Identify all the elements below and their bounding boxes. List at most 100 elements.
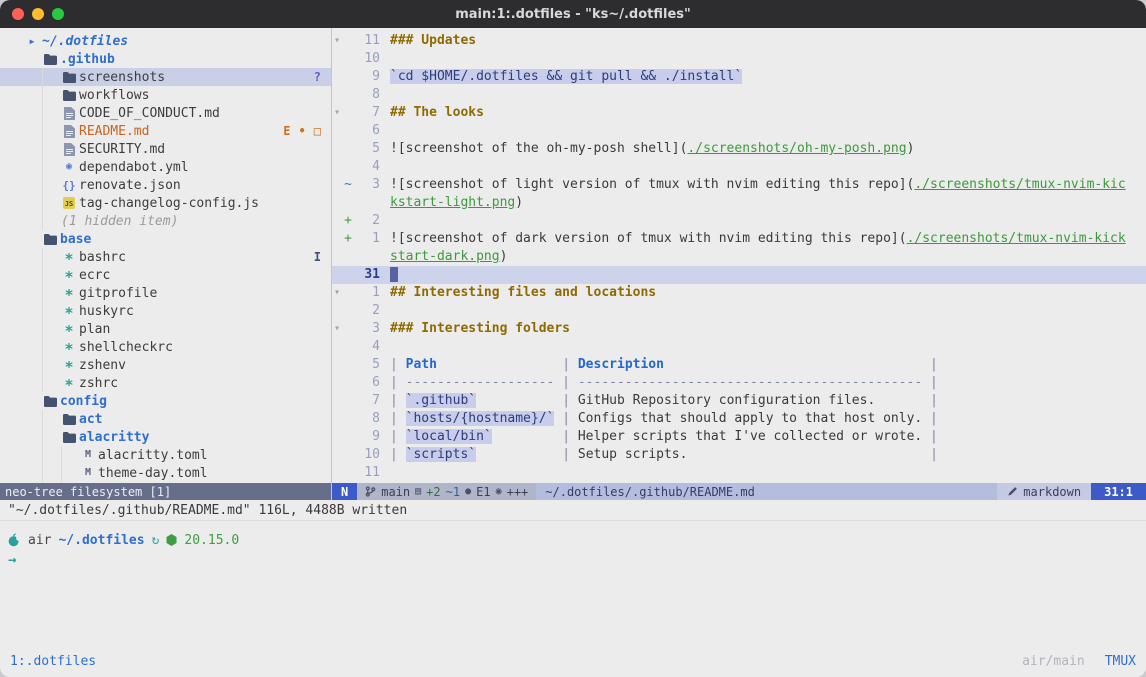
- indent-guide: [42, 122, 61, 140]
- indent-guide: [42, 428, 61, 446]
- line-text: [380, 212, 1146, 230]
- zoom-button[interactable]: [52, 8, 64, 20]
- tree-item-renovate-json[interactable]: {}renovate.json: [0, 176, 331, 194]
- editor-line[interactable]: 10| `scripts` | Setup scripts. |: [332, 446, 1146, 464]
- tree-item-github[interactable]: .github: [0, 50, 331, 68]
- line-text: | `local/bin` | Helper scripts that I've…: [380, 428, 1146, 446]
- editor-line[interactable]: 9| `local/bin` | Helper scripts that I'v…: [332, 428, 1146, 446]
- line-text: `cd $HOME/.dotfiles && git pull && ./ins…: [380, 68, 1146, 86]
- indent-guide: [24, 338, 42, 356]
- editor-line[interactable]: 6| ------------------- | ---------------…: [332, 374, 1146, 392]
- tree-item-label: zshenv: [79, 358, 126, 373]
- tree-item-workflows[interactable]: workflows: [0, 86, 331, 104]
- editor-line[interactable]: 4: [332, 338, 1146, 356]
- editor-line[interactable]: 2: [332, 302, 1146, 320]
- editor-line[interactable]: kstart-light.png): [332, 194, 1146, 212]
- tree-item-dependabot-yml[interactable]: ◉dependabot.yml: [0, 158, 331, 176]
- tree-item-huskyrc[interactable]: *huskyrc: [0, 302, 331, 320]
- close-button[interactable]: [12, 8, 24, 20]
- editor-line[interactable]: 9`cd $HOME/.dotfiles && git pull && ./in…: [332, 68, 1146, 86]
- tree-item-gitprofile[interactable]: *gitprofile: [0, 284, 331, 302]
- editor-line[interactable]: 10: [332, 50, 1146, 68]
- git-sign: [342, 86, 354, 104]
- indent-guide: [24, 230, 42, 248]
- editor-line[interactable]: 5| Path | Description |: [332, 356, 1146, 374]
- editor-line[interactable]: 11: [332, 464, 1146, 482]
- editor-line[interactable]: 8: [332, 86, 1146, 104]
- tree-item-security-md[interactable]: SECURITY.md: [0, 140, 331, 158]
- tree-item-readme-md[interactable]: README.mdE•□: [0, 122, 331, 140]
- indent-guide: [24, 68, 42, 86]
- editor-line[interactable]: ▾7## The looks: [332, 104, 1146, 122]
- editor-line[interactable]: ▾1## Interesting files and locations: [332, 284, 1146, 302]
- editor-line[interactable]: 4: [332, 158, 1146, 176]
- editor-line[interactable]: +1![screenshot of dark version of tmux w…: [332, 230, 1146, 248]
- text-segment: Configs that should apply to that host o…: [578, 411, 922, 426]
- line-number: 10: [354, 50, 380, 68]
- fold-indicator: [332, 50, 342, 68]
- indent-guide: [42, 86, 61, 104]
- editor-line[interactable]: ▾11### Updates: [332, 32, 1146, 50]
- star-icon: *: [61, 322, 77, 337]
- fold-indicator: ▾: [332, 320, 342, 338]
- shell-pane[interactable]: air ~/.dotfiles ↻ 20.15.0 →: [0, 520, 1146, 645]
- editor-lines: ▾11### Updates109`cd $HOME/.dotfiles && …: [332, 28, 1146, 483]
- tree-item-label: workflows: [79, 88, 149, 103]
- tree-item-zshrc[interactable]: *zshrc: [0, 374, 331, 392]
- tree-item-label: gitprofile: [79, 286, 157, 301]
- git-sign: [342, 320, 354, 338]
- line-number: 3: [354, 176, 380, 194]
- text-segment: |: [554, 357, 577, 372]
- text-segment: Path: [406, 357, 437, 372]
- tree-item-label: act: [79, 412, 102, 427]
- star-icon: *: [61, 304, 77, 319]
- indent-guide: [42, 68, 61, 86]
- minimize-button[interactable]: [32, 8, 44, 20]
- editor-line[interactable]: start-dark.png): [332, 248, 1146, 266]
- editor-line[interactable]: 7| `.github` | GitHub Repository configu…: [332, 392, 1146, 410]
- tree-item-tag-changelog-config-js[interactable]: JStag-changelog-config.js: [0, 194, 331, 212]
- text-segment: ## Interesting files and locations: [390, 285, 656, 300]
- editor-line[interactable]: 5![screenshot of the oh-my-posh shell](.…: [332, 140, 1146, 158]
- tree-item-alacritty-toml[interactable]: Malacritty.toml: [0, 446, 331, 464]
- editor-line[interactable]: +2: [332, 212, 1146, 230]
- star-icon: *: [61, 358, 77, 373]
- editor-line[interactable]: ~3![screenshot of light version of tmux …: [332, 176, 1146, 194]
- tmux-window-item[interactable]: 1:.dotfiles: [10, 654, 96, 669]
- fold-indicator: [332, 158, 342, 176]
- fold-indicator: [332, 374, 342, 392]
- fold-indicator: ▾: [332, 104, 342, 122]
- tree-item-1-hidden-item[interactable]: (1 hidden item): [0, 212, 331, 230]
- tree-item-alacritty[interactable]: alacritty: [0, 428, 331, 446]
- text-segment: [492, 429, 555, 444]
- indent-guide: [42, 104, 61, 122]
- editor-line[interactable]: ▾3### Interesting folders: [332, 320, 1146, 338]
- indent-guide: [24, 248, 42, 266]
- fold-indicator: [332, 338, 342, 356]
- indent-guide: [42, 446, 61, 464]
- tree-item-shellcheckrc[interactable]: *shellcheckrc: [0, 338, 331, 356]
- folder-icon: [61, 432, 77, 443]
- editor-line[interactable]: 31: [332, 266, 1146, 284]
- tree-item-screenshots[interactable]: screenshots?: [0, 68, 331, 86]
- indent-guide: [24, 176, 42, 194]
- tree-item-config[interactable]: config: [0, 392, 331, 410]
- tree-item-ecrc[interactable]: *ecrc: [0, 266, 331, 284]
- tree-item-bashrc[interactable]: *bashrcI: [0, 248, 331, 266]
- tree-item-base[interactable]: base: [0, 230, 331, 248]
- tree-item-dotfiles[interactable]: ▸~/.dotfiles: [0, 32, 331, 50]
- tree-item-act[interactable]: act: [0, 410, 331, 428]
- yml-icon: ◉: [61, 162, 77, 172]
- tree-item-plan[interactable]: *plan: [0, 320, 331, 338]
- indent-guide: [24, 50, 42, 68]
- text-segment: |: [390, 357, 406, 372]
- tree-item-code-of-conduct-md[interactable]: CODE_OF_CONDUCT.md: [0, 104, 331, 122]
- tree-item-theme-day-toml[interactable]: Mtheme-day.toml: [0, 464, 331, 482]
- doc-icon: [61, 125, 77, 138]
- tree-item-label: dependabot.yml: [79, 160, 189, 175]
- tree-item-zshenv[interactable]: *zshenv: [0, 356, 331, 374]
- line-number: [354, 248, 380, 266]
- editor-line[interactable]: 6: [332, 122, 1146, 140]
- cursor-position: 31:1: [1091, 483, 1146, 500]
- editor-line[interactable]: 8| `hosts/{hostname}/` | Configs that sh…: [332, 410, 1146, 428]
